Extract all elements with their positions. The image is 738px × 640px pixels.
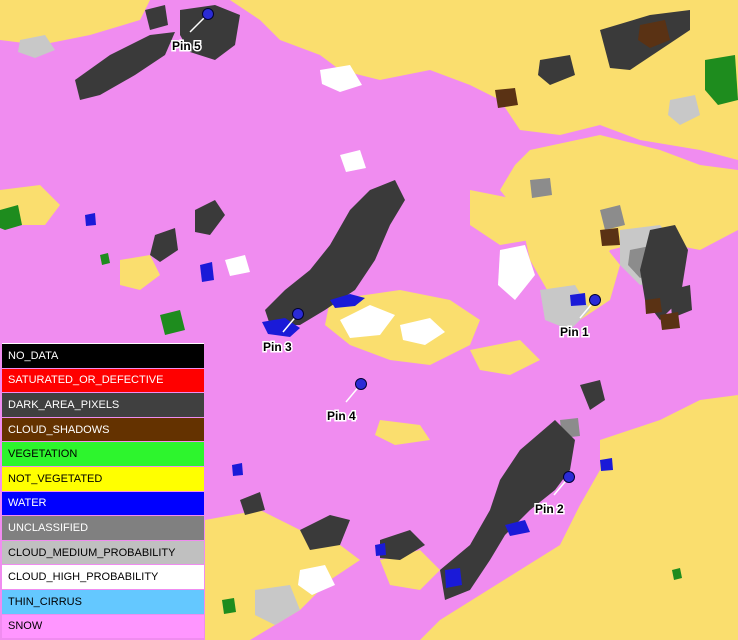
pin-label: Pin 5 — [172, 39, 201, 53]
legend-item: SATURATED_OR_DEFECTIVE — [2, 368, 204, 393]
legend-item: CLOUD_HIGH_PROBABILITY — [2, 565, 204, 589]
legend-item-label: THIN_CIRRUS — [8, 595, 82, 608]
pin-marker-icon[interactable] — [563, 471, 575, 483]
legend-item: WATER — [2, 491, 204, 516]
legend-item-label: NOT_VEGETATED — [8, 472, 103, 485]
legend-item: NO_DATA — [2, 344, 204, 368]
legend-item: THIN_CIRRUS — [2, 589, 204, 614]
legend-item: CLOUD_MEDIUM_PROBABILITY — [2, 540, 204, 565]
legend-item: DARK_AREA_PIXELS — [2, 393, 204, 417]
pin-label: Pin 2 — [535, 502, 564, 516]
legend-item-label: NO_DATA — [8, 349, 59, 362]
legend-item-label: SATURATED_OR_DEFECTIVE — [8, 374, 164, 387]
pin-marker-icon[interactable] — [292, 308, 304, 320]
legend-item: CLOUD_SHADOWS — [2, 417, 204, 442]
legend-item-label: UNCLASSIFIED — [8, 521, 89, 534]
pin-marker-icon[interactable] — [589, 294, 601, 306]
legend-item-label: CLOUD_HIGH_PROBABILITY — [8, 571, 159, 584]
legend: NO_DATA SATURATED_OR_DEFECTIVE DARK_AREA_P… — [2, 343, 204, 639]
pin-label: Pin 4 — [327, 409, 356, 423]
legend-item: NOT_VEGETATED — [2, 466, 204, 491]
legend-item-label: CLOUD_MEDIUM_PROBABILITY — [8, 546, 176, 559]
legend-item-label: CLOUD_SHADOWS — [8, 423, 110, 436]
pin-marker-icon[interactable] — [355, 378, 367, 390]
pin-label: Pin 1 — [560, 325, 589, 339]
legend-item-label: WATER — [8, 497, 47, 510]
legend-item-label: SNOW — [8, 620, 43, 633]
pin-label: Pin 3 — [263, 340, 292, 354]
legend-item: UNCLASSIFIED — [2, 516, 204, 540]
legend-item-label: VEGETATION — [8, 448, 78, 461]
pin-marker-icon[interactable] — [202, 8, 214, 20]
legend-item: VEGETATION — [2, 442, 204, 466]
legend-item: SNOW — [2, 614, 204, 639]
legend-item-label: DARK_AREA_PIXELS — [8, 398, 120, 411]
